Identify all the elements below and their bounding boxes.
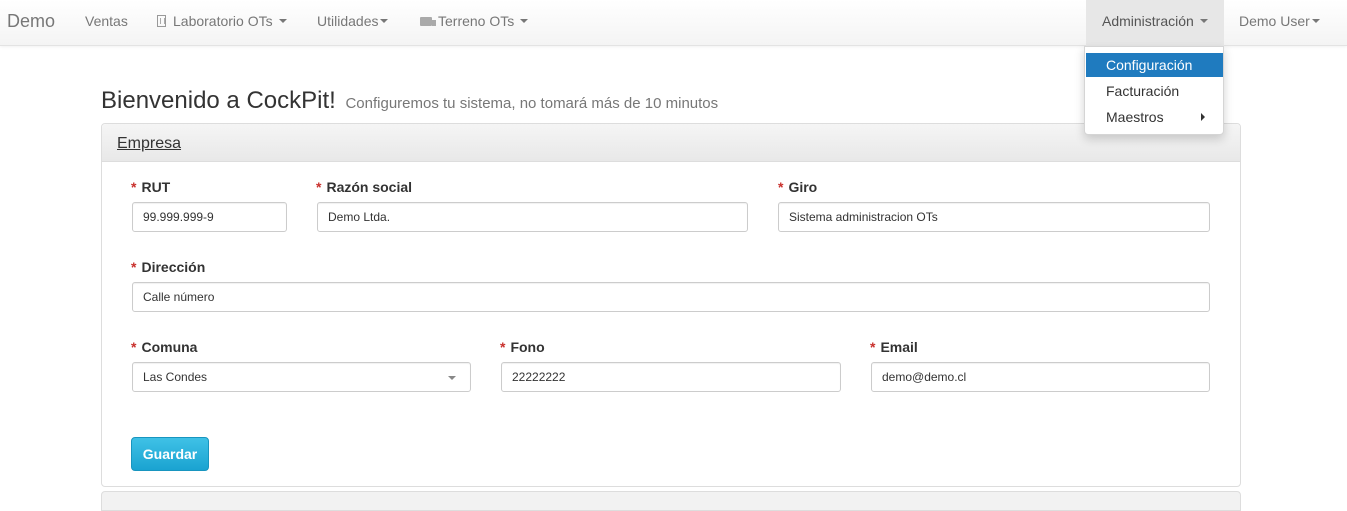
razon-social-label: * Razón social xyxy=(316,179,413,195)
rut-label: * RUT xyxy=(131,179,171,195)
page-subtitle: Configuremos tu sistema, no tomará más d… xyxy=(345,95,719,112)
empresa-panel-title[interactable]: Empresa xyxy=(117,135,181,153)
administracion-dropdown-menu: Configuración Facturación Maestros xyxy=(1084,46,1224,135)
nav-ventas-label: Ventas xyxy=(85,13,128,29)
required-mark: * xyxy=(870,339,876,355)
page-title: Bienvenido a CockPit! Configuremos tu si… xyxy=(101,87,718,115)
nav-user-label: Demo User xyxy=(1239,13,1310,29)
email-label: * Email xyxy=(870,339,918,355)
page-title-text: Bienvenido a CockPit! xyxy=(101,87,336,114)
giro-input[interactable]: Sistema administracion OTs xyxy=(778,202,1210,232)
menu-item-facturacion[interactable]: Facturación xyxy=(1086,79,1223,103)
truck-icon xyxy=(420,16,436,26)
nav-terreno-ots-label: Terreno OTs xyxy=(438,13,515,29)
brand-link[interactable]: Demo xyxy=(7,11,55,32)
next-panel-header xyxy=(101,491,1241,511)
required-mark: * xyxy=(778,179,784,195)
comuna-label: * Comuna xyxy=(131,339,198,355)
nav-ventas[interactable]: Ventas xyxy=(85,13,128,29)
top-navbar: Demo Ventas Laboratorio OTs Utilidades T… xyxy=(0,0,1347,46)
chevron-down-icon xyxy=(278,19,287,23)
chevron-down-icon xyxy=(1311,19,1320,23)
nav-utilidades-label: Utilidades xyxy=(317,13,379,29)
email-input[interactable]: demo@demo.cl xyxy=(871,362,1210,392)
chevron-down-icon xyxy=(380,19,389,23)
direccion-label: * Dirección xyxy=(131,259,206,275)
nav-user-menu[interactable]: Demo User xyxy=(1239,13,1320,29)
direccion-input[interactable]: Calle número xyxy=(132,282,1210,312)
guardar-button[interactable]: Guardar xyxy=(131,437,209,471)
comuna-select-value: Las Condes xyxy=(143,370,208,384)
nav-utilidades[interactable]: Utilidades xyxy=(317,13,389,29)
chevron-down-icon xyxy=(520,19,529,23)
required-mark: * xyxy=(131,339,137,355)
nav-administracion-label: Administración xyxy=(1102,13,1194,29)
required-mark: * xyxy=(131,259,137,275)
required-mark: * xyxy=(316,179,322,195)
empresa-panel-header: Empresa xyxy=(102,124,1240,162)
menu-item-maestros-label: Maestros xyxy=(1106,109,1164,125)
nav-laboratorio-ots-label: Laboratorio OTs xyxy=(173,13,273,29)
razon-social-input[interactable]: Demo Ltda. xyxy=(317,202,748,232)
required-mark: * xyxy=(131,179,137,195)
nav-administracion[interactable]: Administración xyxy=(1086,0,1224,46)
fono-input[interactable]: 22222222 xyxy=(501,362,841,392)
required-mark: * xyxy=(500,339,506,355)
chevron-down-icon xyxy=(448,376,456,380)
menu-item-configuracion[interactable]: Configuración xyxy=(1086,53,1223,77)
nav-laboratorio-ots[interactable]: Laboratorio OTs xyxy=(157,13,287,29)
chevron-down-icon xyxy=(1199,19,1208,23)
chevron-right-icon xyxy=(1201,113,1205,121)
building-icon xyxy=(157,15,166,27)
menu-item-maestros[interactable]: Maestros xyxy=(1086,105,1223,129)
comuna-select[interactable]: Las Condes xyxy=(132,362,471,392)
rut-input[interactable]: 99.999.999-9 xyxy=(132,202,287,232)
giro-label: * Giro xyxy=(778,179,818,195)
fono-label: * Fono xyxy=(500,339,545,355)
nav-terreno-ots[interactable]: Terreno OTs xyxy=(420,13,529,29)
